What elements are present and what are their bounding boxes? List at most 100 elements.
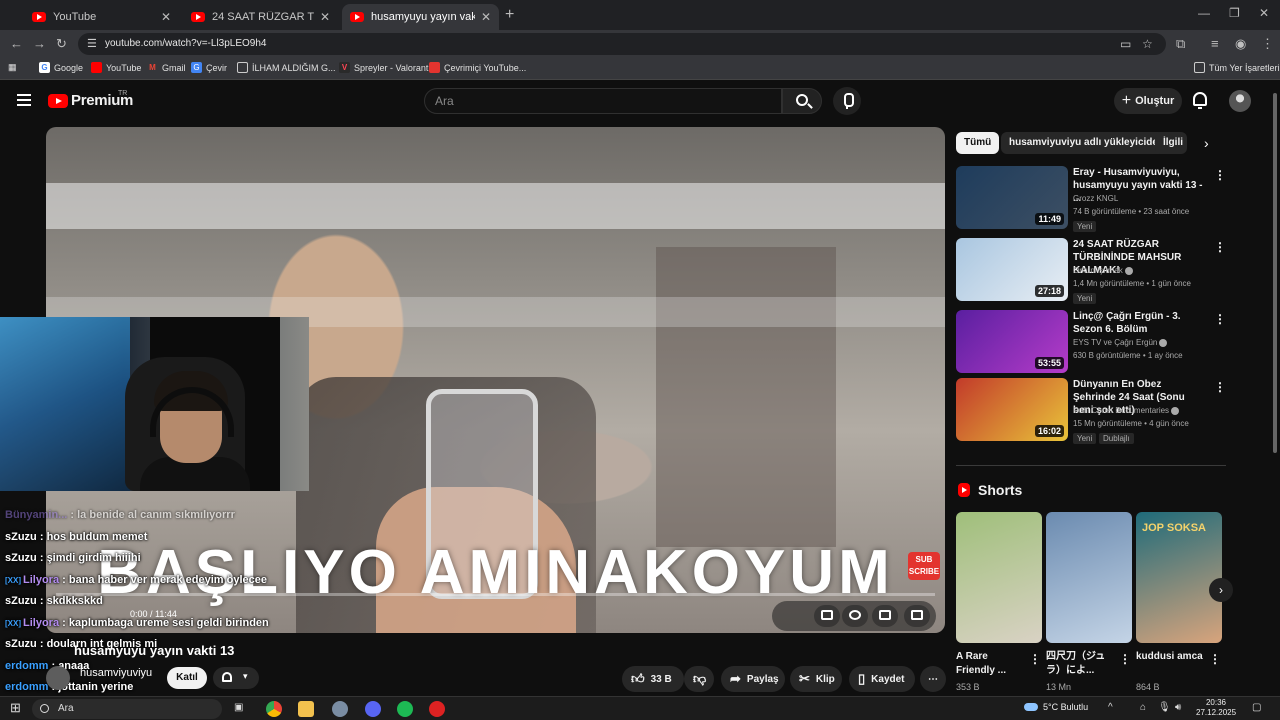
settings-gear-icon[interactable]: [842, 605, 868, 627]
back-icon[interactable]: ←: [10, 36, 23, 51]
close-tab-icon[interactable]: ✕: [320, 10, 330, 24]
bookmark-translate[interactable]: G Çevir: [191, 62, 227, 73]
subtitles-icon[interactable]: [814, 605, 840, 627]
new-tab-icon[interactable]: +: [505, 6, 514, 24]
notifications-icon[interactable]: [1193, 92, 1207, 109]
more-options-icon[interactable]: ⋮: [1209, 652, 1221, 666]
save-button[interactable]: ▯ Kaydet: [849, 666, 915, 692]
page-scrollbar[interactable]: [1270, 81, 1280, 696]
file-explorer-icon[interactable]: [298, 701, 314, 717]
like-button[interactable]: 👍︎ 33 B: [622, 666, 684, 692]
recommended-video[interactable]: 11:49 Eray - Husamviyuviyu, husamyuyu yay…: [956, 166, 1226, 232]
fullscreen-icon[interactable]: [904, 605, 930, 627]
avatar[interactable]: [1229, 90, 1251, 112]
channel-name[interactable]: husamviyuviyu: [80, 667, 152, 679]
bookmark-converter[interactable]: Çevrimiçi YouTube...: [429, 62, 526, 73]
short-thumbnail[interactable]: [1046, 512, 1132, 643]
browser-tab-active[interactable]: husamyuyu yayın vakti 13 - You ✕: [342, 4, 499, 30]
short-thumbnail[interactable]: JOP SOKSA: [1136, 512, 1222, 643]
bookmark-valorant[interactable]: V Spreyler - Valorant: [339, 62, 428, 73]
recommended-channel[interactable]: EYS TV ve Çağrı Ergün: [1073, 338, 1168, 347]
apps-grid-icon[interactable]: ▦: [8, 62, 17, 73]
recommended-channel[interactable]: Orkun Işıtmak: [1073, 266, 1133, 275]
recommended-title[interactable]: Linç@ Çağrı Ergün - 3. Sezon 6. Bölüm: [1073, 310, 1203, 336]
video-thumbnail[interactable]: 16:02: [956, 378, 1068, 441]
more-options-icon[interactable]: ⋮: [1029, 652, 1041, 666]
extensions-icon[interactable]: ⧉: [1176, 36, 1185, 52]
recommended-video[interactable]: 53:55 Linç@ Çağrı Ergün - 3. Sezon 6. Böl…: [956, 310, 1226, 376]
subscribed-bell-button[interactable]: ▾: [213, 667, 259, 689]
volume-icon[interactable]: 🔊︎: [1175, 702, 1181, 713]
chip-all[interactable]: Tümü: [956, 132, 1000, 154]
taskbar-search[interactable]: Ara: [32, 699, 222, 719]
network-icon[interactable]: ⌂: [1140, 702, 1146, 713]
more-actions-button[interactable]: ⋯: [920, 666, 946, 692]
reload-icon[interactable]: ↻: [56, 36, 67, 52]
tray-chevron-icon[interactable]: ^: [1108, 702, 1113, 713]
obs-icon[interactable]: [429, 701, 445, 717]
chip-related[interactable]: İlgili: [1155, 132, 1187, 154]
bookmark-star-icon[interactable]: ☆: [1142, 37, 1153, 51]
bookmark-google[interactable]: G Google: [39, 62, 83, 73]
weather-widget[interactable]: 5°C Bulutlu: [1024, 702, 1088, 712]
short-title[interactable]: A Rare Friendly ...: [956, 650, 1026, 678]
bookmark-folder[interactable]: İLHAM ALDIĞIM G...: [237, 62, 336, 73]
bookmark-youtube[interactable]: YouTube: [91, 62, 141, 73]
short-title[interactable]: 四尺刀（ジュラ）によ...: [1046, 650, 1116, 678]
chip-from-uploader[interactable]: husamviyuviyu adlı yükleyiciden: [1001, 132, 1173, 154]
scrollbar-thumb[interactable]: [1273, 93, 1277, 453]
join-button[interactable]: Katıl: [167, 667, 207, 689]
forward-icon[interactable]: →: [33, 36, 46, 51]
dislike-button[interactable]: 👎︎: [684, 666, 714, 692]
channel-avatar[interactable]: [46, 666, 70, 690]
create-button[interactable]: + Oluştur: [1114, 88, 1182, 114]
discord-icon[interactable]: [365, 701, 381, 717]
mic-tray-icon[interactable]: 🎙︎: [1158, 702, 1171, 713]
all-bookmarks[interactable]: Tüm Yer İşaretleri: [1194, 62, 1280, 73]
video-thumbnail[interactable]: 11:49: [956, 166, 1068, 229]
youtube-logo[interactable]: Premium TR: [48, 90, 133, 109]
bookmark-gmail[interactable]: M Gmail: [147, 62, 185, 73]
browser-tab[interactable]: YouTube ✕: [24, 4, 179, 30]
recommended-video[interactable]: 16:02 Dünyanın En Obez Şehrinde 24 Saat (…: [956, 378, 1226, 444]
profile-icon[interactable]: ◉: [1235, 36, 1246, 52]
address-bar[interactable]: ☰ youtube.com/watch?v=-Ll3pLEO9h4 ▭ ☆: [78, 33, 1166, 55]
more-options-icon[interactable]: ⋮: [1214, 168, 1226, 182]
recommended-channel[interactable]: Grozz KNGL: [1073, 194, 1118, 203]
short-title[interactable]: kuddusi amca: [1136, 650, 1206, 664]
more-options-icon[interactable]: ⋮: [1214, 240, 1226, 254]
shorts-next-icon[interactable]: ›: [1209, 578, 1233, 602]
restore-icon[interactable]: ❐: [1229, 6, 1240, 20]
video-thumbnail[interactable]: 27:18: [956, 238, 1068, 301]
close-tab-icon[interactable]: ✕: [481, 10, 491, 24]
short-thumbnail[interactable]: [956, 512, 1042, 643]
app-icon[interactable]: [332, 701, 348, 717]
spotify-icon[interactable]: [397, 701, 413, 717]
browser-tab[interactable]: 24 SAAT RÜZGAR TÜRBİNİNDE ✕: [183, 4, 338, 30]
chevron-right-icon[interactable]: ›: [1204, 135, 1209, 151]
clip-button[interactable]: ✂ Klip: [790, 666, 842, 692]
minimize-icon[interactable]: —: [1198, 6, 1210, 20]
cast-icon[interactable]: ▭: [1120, 37, 1131, 51]
more-options-icon[interactable]: ⋮: [1214, 312, 1226, 326]
video-thumbnail[interactable]: 53:55: [956, 310, 1068, 373]
search-button[interactable]: [782, 88, 822, 114]
recommended-video[interactable]: 27:18 24 SAAT RÜZGAR TÜRBİNİNDE MAHSUR KA…: [956, 238, 1226, 304]
windows-start-icon[interactable]: ⊞: [10, 700, 21, 716]
chrome-menu-icon[interactable]: ⋮: [1261, 36, 1274, 52]
menu-icon[interactable]: [17, 94, 31, 106]
site-info-icon[interactable]: ☰: [87, 37, 97, 50]
notification-center-icon[interactable]: ▢: [1252, 702, 1261, 713]
video-progress-bar[interactable]: [56, 593, 935, 596]
close-tab-icon[interactable]: ✕: [161, 10, 171, 24]
theater-mode-icon[interactable]: [872, 605, 898, 627]
share-button[interactable]: ➦ Paylaş: [721, 666, 785, 692]
voice-search-icon[interactable]: [833, 87, 861, 115]
media-control-icon[interactable]: ≡: [1211, 36, 1219, 51]
chrome-icon[interactable]: [266, 701, 282, 717]
more-options-icon[interactable]: ⋮: [1119, 652, 1131, 666]
more-options-icon[interactable]: ⋮: [1214, 380, 1226, 394]
search-input[interactable]: [425, 89, 755, 113]
recommended-channel[interactable]: Ruhi Cenet Documentaries: [1073, 406, 1180, 415]
window-close-icon[interactable]: ✕: [1259, 6, 1269, 20]
